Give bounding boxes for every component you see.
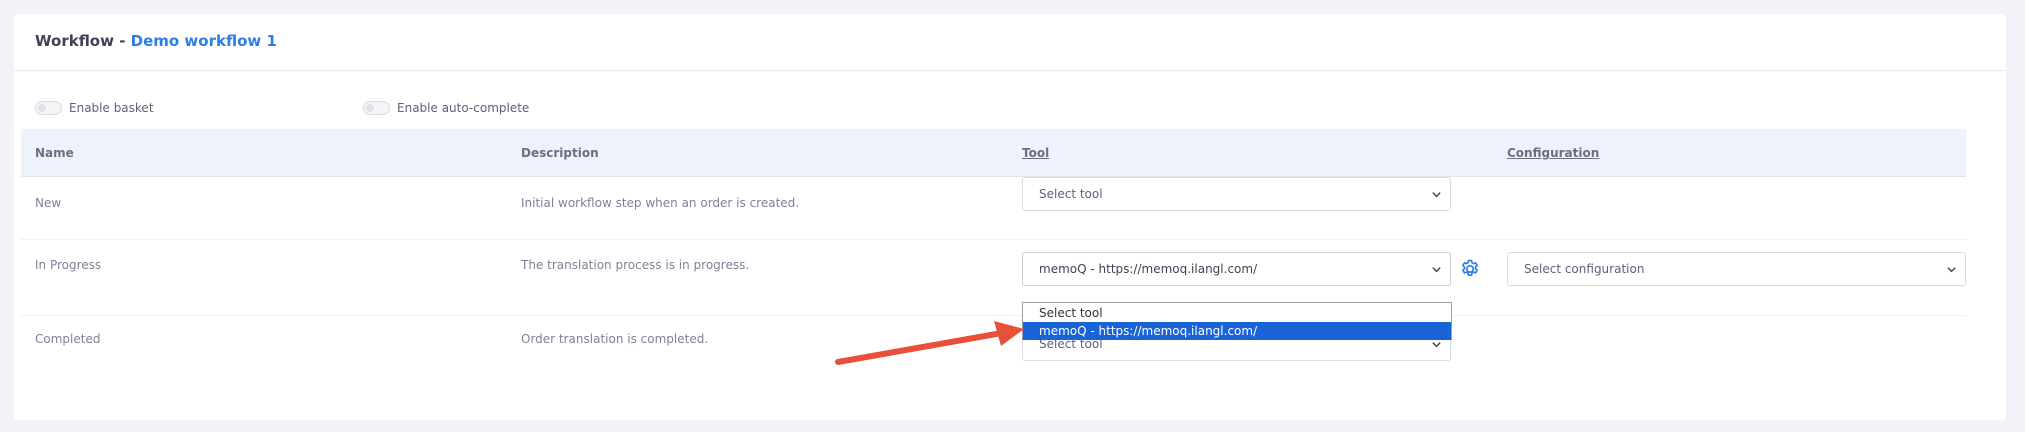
column-header-name: Name xyxy=(35,146,74,160)
page-title: Workflow - Demo workflow 1 xyxy=(35,32,277,50)
chevron-down-icon xyxy=(1432,267,1441,273)
title-prefix: Workflow - xyxy=(35,32,131,50)
configuration-select[interactable]: Select configuration xyxy=(1507,252,1966,286)
configuration-select-value: Select configuration xyxy=(1524,262,1645,276)
tool-dropdown-list: Select tool memoQ - https://memoq.ilangl… xyxy=(1022,302,1452,340)
step-name: New xyxy=(35,196,62,210)
column-header-configuration[interactable]: Configuration xyxy=(1507,146,1599,160)
toggle-switch[interactable] xyxy=(35,101,62,115)
table-header: Name Description Tool Configuration xyxy=(21,129,1966,177)
table-row: In Progress The translation process is i… xyxy=(21,240,1966,316)
enable-basket-label: Enable basket xyxy=(69,101,154,115)
table-row: New Initial workflow step when an order … xyxy=(21,177,1966,240)
step-name: Completed xyxy=(35,332,101,346)
chevron-down-icon xyxy=(1432,192,1441,198)
dropdown-option-selected[interactable]: memoQ - https://memoq.ilangl.com/ xyxy=(1023,322,1451,340)
column-header-description: Description xyxy=(521,146,599,160)
enable-auto-complete-label: Enable auto-complete xyxy=(397,101,530,115)
toggle-switch[interactable] xyxy=(363,101,390,115)
tool-select[interactable]: memoQ - https://memoq.ilangl.com/ xyxy=(1022,252,1451,286)
column-header-tool[interactable]: Tool xyxy=(1022,146,1049,160)
step-description: The translation process is in progress. xyxy=(521,258,750,272)
enable-basket-toggle[interactable]: Enable basket xyxy=(35,101,154,115)
tool-select-value: memoQ - https://memoq.ilangl.com/ xyxy=(1039,262,1258,276)
enable-auto-complete-toggle[interactable]: Enable auto-complete xyxy=(363,101,529,115)
step-description: Initial workflow step when an order is c… xyxy=(521,196,800,210)
dropdown-option[interactable]: Select tool xyxy=(1023,304,1451,322)
tool-select-value: Select tool xyxy=(1039,187,1103,201)
gear-icon[interactable] xyxy=(1459,258,1481,280)
workflow-name: Demo workflow 1 xyxy=(130,32,277,50)
chevron-down-icon xyxy=(1947,267,1956,273)
step-description: Order translation is completed. xyxy=(521,332,709,346)
annotation-arrow xyxy=(835,321,1024,365)
card-header: Workflow - Demo workflow 1 xyxy=(14,14,2006,71)
step-name: In Progress xyxy=(35,258,102,272)
chevron-down-icon xyxy=(1432,342,1441,348)
tool-select[interactable]: Select tool xyxy=(1022,177,1451,211)
